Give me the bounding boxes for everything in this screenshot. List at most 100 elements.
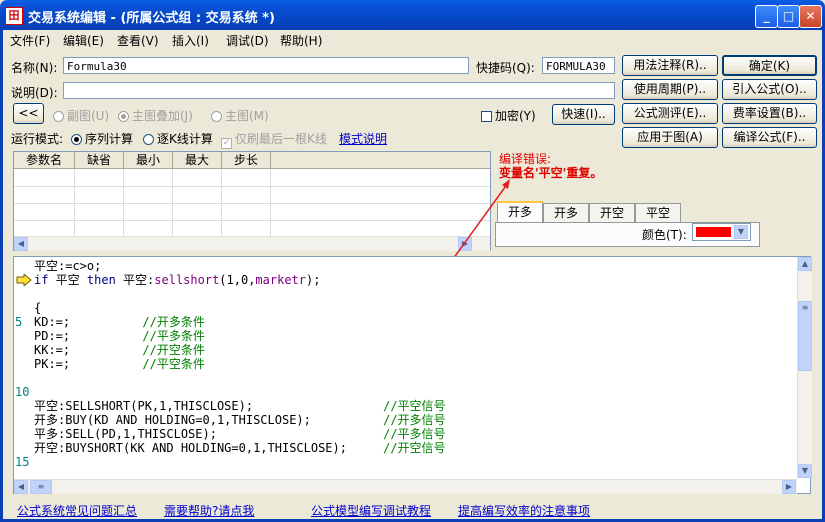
ok-button[interactable]: 确定(K) — [722, 55, 817, 76]
code-line: 平空:=c>o; — [34, 259, 102, 273]
menu-help[interactable]: 帮助(H) — [280, 32, 322, 49]
tips-link[interactable]: 提高编写效率的注意事项 — [458, 502, 590, 519]
code-line: PD:=; //平多条件 — [34, 329, 205, 343]
fee-setting-button[interactable]: 费率设置(B).. — [722, 103, 817, 124]
encrypt-label: 加密(Y) — [495, 109, 536, 123]
radio-icon — [53, 111, 64, 122]
shortcut-field[interactable]: FORMULA30 — [542, 57, 615, 74]
sequence-radio[interactable]: 序列计算 — [71, 130, 133, 147]
encrypt-checkbox[interactable]: 加密(Y) — [481, 107, 536, 124]
window-title: 交易系统编辑 - (所属公式组 : 交易系统 *) — [28, 11, 275, 26]
scroll-down-icon[interactable]: ▼ — [798, 464, 812, 478]
scroll-thumb[interactable]: ≡ — [798, 301, 812, 371]
error-title: 编译错误: — [499, 152, 552, 166]
collapse-button[interactable]: << — [13, 103, 44, 124]
tutorial-link[interactable]: 公式模型编写调试教程 — [311, 502, 431, 519]
maximize-button[interactable]: □ — [777, 5, 800, 28]
last-only-label: 仅刷最后一根K线 — [235, 132, 327, 146]
import-formula-button[interactable]: 引入公式(O).. — [722, 79, 817, 100]
main-overlay-radio[interactable]: 主图叠加(J) — [118, 107, 193, 124]
color-label: 颜色(T): — [642, 228, 687, 242]
sub-chart-radio[interactable]: 副图(U) — [53, 107, 109, 124]
code-line: 平多:SELL(PD,1,THISCLOSE); //平多信号 — [34, 427, 446, 441]
grid-line — [74, 169, 75, 237]
line-number: 10 — [15, 385, 30, 399]
sub-chart-label: 副图(U) — [67, 109, 110, 123]
current-line-arrow-icon — [16, 272, 32, 288]
radio-selected-icon — [118, 111, 129, 122]
apply-to-chart-button[interactable]: 应用于图(A) — [622, 127, 718, 148]
menu-insert[interactable]: 插入(I) — [172, 32, 209, 49]
code-line: 开空:BUYSHORT(KK AND HOLDING=0,1,THISCLOSE… — [34, 441, 446, 455]
per-bar-radio[interactable]: 逐K线计算 — [143, 130, 213, 147]
tab-open-short[interactable]: 开空 — [589, 203, 635, 222]
minimize-icon: _ — [763, 9, 770, 23]
formula-test-button[interactable]: 公式测评(E).. — [622, 103, 718, 124]
shortcut-label: 快捷码(Q): — [476, 61, 535, 75]
name-field[interactable]: Formula30 — [63, 57, 469, 74]
window-frame-left — [0, 30, 3, 522]
menu-debug[interactable]: 调试(D) — [226, 32, 269, 49]
usage-note-button[interactable]: 用法注释(R).. — [622, 55, 718, 76]
checkbox-checked-icon: ✓ — [221, 138, 232, 149]
scroll-left-icon[interactable]: ◀ — [14, 237, 28, 251]
line-number: 15 — [15, 455, 30, 469]
param-header-name[interactable]: 参数名 — [14, 152, 75, 169]
code-line: 平空:SELLSHORT(PK,1,THISCLOSE); //平空信号 — [34, 399, 446, 413]
faq-link[interactable]: 公式系统常见问题汇总 — [17, 502, 137, 519]
chevron-down-icon[interactable]: ▼ — [734, 225, 748, 239]
radio-icon — [143, 134, 154, 145]
param-header-default[interactable]: 缺省 — [75, 152, 124, 169]
checkbox-icon — [481, 111, 492, 122]
encrypt-formula-button[interactable]: 编译公式(F).. — [722, 127, 817, 148]
color-swatch — [696, 227, 731, 237]
use-period-button[interactable]: 使用周期(P).. — [622, 79, 718, 100]
main-chart-radio[interactable]: 主图(M) — [211, 107, 269, 124]
grid-line — [221, 169, 222, 237]
code-line: { — [34, 301, 42, 315]
grid-line — [172, 169, 173, 237]
maximize-icon: □ — [782, 9, 795, 23]
menu-edit[interactable]: 编辑(E) — [63, 32, 104, 49]
menu-file[interactable]: 文件(F) — [10, 32, 50, 49]
code-editor[interactable]: 平空:=c>o; if 平空 then 平空:sellshort(1,0,mark… — [13, 256, 811, 494]
grid-line — [270, 169, 271, 237]
scroll-right-icon[interactable]: ▶ — [782, 480, 796, 494]
close-button[interactable]: ✕ — [799, 5, 822, 28]
quick-button[interactable]: 快速(I).. — [552, 104, 615, 125]
tab-open-long[interactable]: 开多 — [497, 201, 543, 223]
last-only-checkbox[interactable]: ✓ 仅刷最后一根K线 — [221, 130, 327, 149]
param-table-hscroll[interactable]: ◀ ▶ — [14, 236, 490, 251]
scroll-up-icon[interactable]: ▲ — [798, 257, 812, 271]
line-number: 5 — [15, 315, 23, 329]
grid-line — [14, 203, 490, 204]
grid-line — [14, 220, 490, 221]
radio-icon — [211, 111, 222, 122]
app-icon: ⽥ — [5, 7, 23, 25]
tab-close-short[interactable]: 平空 — [635, 203, 681, 222]
param-header-max[interactable]: 最大 — [173, 152, 222, 169]
name-label: 名称(N): — [11, 61, 58, 75]
menu-view[interactable]: 查看(V) — [117, 32, 159, 49]
code-line: KK:=; //开空条件 — [34, 343, 205, 357]
param-table[interactable]: 参数名 缺省 最小 最大 步长 ◀ ▶ — [13, 151, 491, 251]
editor-vscroll[interactable]: ▲ ≡ ▼ — [797, 257, 812, 478]
desc-field[interactable] — [63, 82, 615, 99]
param-header-min[interactable]: 最小 — [124, 152, 173, 169]
grid-line — [14, 186, 490, 187]
color-select[interactable]: ▼ — [692, 223, 751, 241]
run-mode-label: 运行模式: — [11, 132, 64, 146]
main-chart-label: 主图(M) — [225, 109, 269, 123]
mode-help-link[interactable]: 模式说明 — [339, 130, 387, 147]
grid-line — [123, 169, 124, 237]
tab-close-long[interactable]: 开多 — [543, 203, 589, 222]
scroll-left-icon[interactable]: ◀ — [14, 480, 28, 494]
editor-hscroll[interactable]: ◀ ≡ ▶ — [14, 479, 797, 494]
minimize-button[interactable]: _ — [755, 5, 778, 28]
scroll-thumb[interactable]: ≡ — [30, 480, 52, 494]
param-header-step[interactable]: 步长 — [222, 152, 271, 169]
code-line: if 平空 then 平空:sellshort(1,0,marketr); — [34, 273, 321, 287]
help-link[interactable]: 需要帮助?请点我 — [164, 502, 254, 519]
desc-label: 说明(D): — [11, 86, 58, 100]
code-line: 开多:BUY(KD AND HOLDING=0,1,THISCLOSE); //… — [34, 413, 446, 427]
